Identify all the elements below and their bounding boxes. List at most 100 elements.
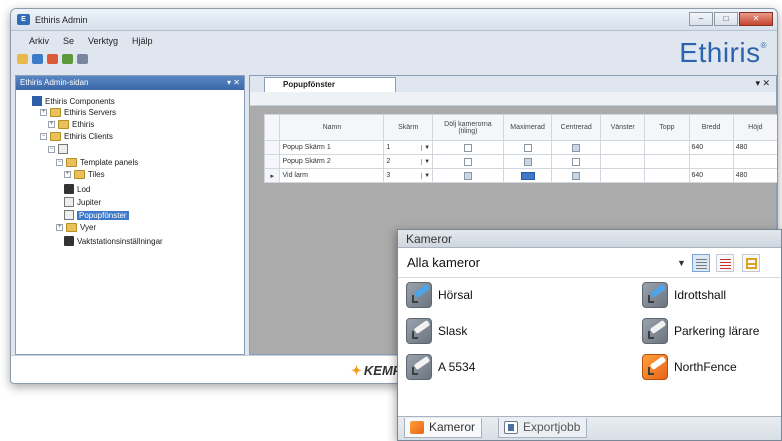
checkbox[interactable] (572, 171, 581, 180)
close-button[interactable]: ✕ (739, 12, 773, 26)
checkbox[interactable] (463, 143, 472, 152)
expand-icon[interactable]: + (48, 121, 55, 128)
table-row[interactable]: Popup Skärm 2 2 ▼ (263, 154, 777, 169)
cell-height[interactable]: 480 (732, 168, 777, 183)
expand-icon[interactable]: + (40, 109, 47, 116)
table-row[interactable]: Popup Skärm 1 1 ▼ 640 480 (263, 140, 777, 155)
checkbox[interactable] (523, 157, 532, 166)
cell-centered[interactable] (551, 140, 602, 155)
collapse-icon[interactable]: − (56, 159, 63, 166)
tab-exportjobb[interactable]: Exportjobb (498, 418, 588, 438)
cell-left[interactable] (600, 168, 646, 183)
expand-icon[interactable]: + (56, 224, 63, 231)
cell-height[interactable] (732, 154, 777, 169)
checkbox[interactable] (572, 157, 581, 166)
cell-left[interactable] (600, 140, 646, 155)
delete-icon[interactable] (47, 54, 58, 64)
cell-top[interactable] (644, 168, 690, 183)
checkbox[interactable] (463, 171, 472, 180)
camera-item-slask[interactable]: Slask (406, 316, 467, 346)
cell-centered[interactable] (551, 168, 602, 183)
tree-node-components[interactable]: Ethiris Components (32, 96, 115, 106)
tree-node-lod[interactable]: Lod (64, 184, 90, 194)
column-header[interactable]: Topp (644, 114, 690, 141)
checkbox[interactable] (463, 157, 472, 166)
cell-width[interactable]: 640 (688, 168, 734, 183)
popup-icon (64, 210, 74, 220)
column-header[interactable]: Höjd (732, 114, 777, 141)
checkbox-focused[interactable] (520, 171, 535, 180)
cell-name[interactable]: Vid larm (279, 168, 385, 183)
cell-screen[interactable]: 3 ▼ (383, 168, 434, 183)
camera-item-a5534[interactable]: A 5534 (406, 352, 475, 382)
menu-se[interactable]: Se (63, 36, 74, 46)
column-header[interactable]: Dölj kamerorna (tiling) (432, 114, 504, 141)
cell-top[interactable] (644, 140, 690, 155)
cell-name[interactable]: Popup Skärm 2 (279, 154, 385, 169)
tree-node-vyer[interactable]: + Vyer (56, 223, 96, 232)
open-folder-icon[interactable] (17, 54, 28, 64)
cell-maximized[interactable] (502, 168, 553, 183)
cell-width[interactable] (688, 154, 734, 169)
table-row-selected[interactable]: ▸ Vid larm 3 ▼ 640 480 (263, 168, 777, 183)
add-icon[interactable] (62, 54, 73, 64)
tab-kameror[interactable]: Kameror (404, 418, 483, 438)
properties-icon[interactable] (77, 54, 88, 64)
menu-hjalp[interactable]: Hjälp (132, 36, 153, 46)
cell-hide-tiling[interactable] (432, 168, 504, 183)
menu-verktyg[interactable]: Verktyg (88, 36, 118, 46)
cell-hide-tiling[interactable] (432, 154, 504, 169)
column-header[interactable]: Vänster (600, 114, 646, 141)
dropdown-arrow-icon[interactable]: ▼ (421, 158, 430, 165)
pin-close-icon[interactable]: ▾ ✕ (227, 76, 240, 90)
dropdown-arrow-icon[interactable]: ▼ (421, 172, 430, 179)
camera-filter-select[interactable]: Alla kameror (407, 255, 480, 270)
cell-maximized[interactable] (502, 140, 553, 155)
tree-node-tiles[interactable]: + Tiles (64, 170, 105, 179)
column-header[interactable]: Centrerad (551, 114, 602, 141)
save-icon[interactable] (32, 54, 43, 64)
list-view-button[interactable] (692, 254, 710, 272)
cell-hide-tiling[interactable] (432, 140, 504, 155)
checkbox[interactable] (523, 143, 532, 152)
minimize-button[interactable]: – (689, 12, 713, 26)
camera-item-northfence[interactable]: NorthFence (642, 352, 737, 382)
collapse-icon[interactable]: − (40, 133, 47, 140)
tree-node-jupiter[interactable]: Jupiter (64, 197, 101, 207)
cell-width[interactable]: 640 (688, 140, 734, 155)
tree-node-clients[interactable]: − Ethiris Clients (40, 132, 113, 141)
tile-view-button[interactable] (742, 254, 760, 272)
tree-node-popup[interactable]: Popupfönster (64, 210, 129, 220)
tree-node-ethiris[interactable]: + Ethiris (48, 120, 94, 129)
menu-arkiv[interactable]: Arkiv (29, 36, 49, 46)
column-header[interactable]: Bredd (688, 114, 734, 141)
camera-item-parkering[interactable]: Parkering lärare (642, 316, 759, 346)
detail-view-button[interactable] (716, 254, 734, 272)
cell-left[interactable] (600, 154, 646, 169)
tree-node-servers[interactable]: + Ethiris Servers (40, 108, 116, 117)
cell-name[interactable]: Popup Skärm 1 (279, 140, 385, 155)
cell-height[interactable]: 480 (732, 140, 777, 155)
collapse-icon[interactable]: − (48, 145, 55, 153)
cell-screen[interactable]: 1 ▼ (383, 140, 434, 155)
camera-item-idrottshall[interactable]: Idrottshall (642, 280, 726, 310)
chevron-down-icon[interactable]: ▼ (677, 258, 686, 268)
cell-centered[interactable] (551, 154, 602, 169)
tree-node-vakt[interactable]: Vaktstationsinställningar (64, 236, 163, 246)
tree-node-client[interactable]: − (48, 144, 71, 154)
column-header[interactable]: Skärm (383, 114, 434, 141)
tab-popupfonster[interactable]: Popupfönster (264, 77, 396, 92)
cell-maximized[interactable] (502, 154, 553, 169)
maximize-button[interactable]: □ (714, 12, 738, 26)
camera-item-horsal[interactable]: Hörsal (406, 280, 473, 310)
tree-node-template-panels[interactable]: − Template panels (56, 158, 138, 167)
column-header[interactable]: Namn (279, 114, 385, 141)
column-header[interactable]: Maximerad (502, 114, 553, 141)
cell-screen[interactable]: 2 ▼ (383, 154, 434, 169)
dropdown-arrow-icon[interactable]: ▼ (421, 144, 430, 151)
tree-node-label: Ethiris Clients (64, 132, 113, 141)
checkbox[interactable] (572, 143, 581, 152)
cell-top[interactable] (644, 154, 690, 169)
document-close-icon[interactable]: ▾ ✕ (755, 78, 770, 89)
expand-icon[interactable]: + (64, 171, 71, 178)
